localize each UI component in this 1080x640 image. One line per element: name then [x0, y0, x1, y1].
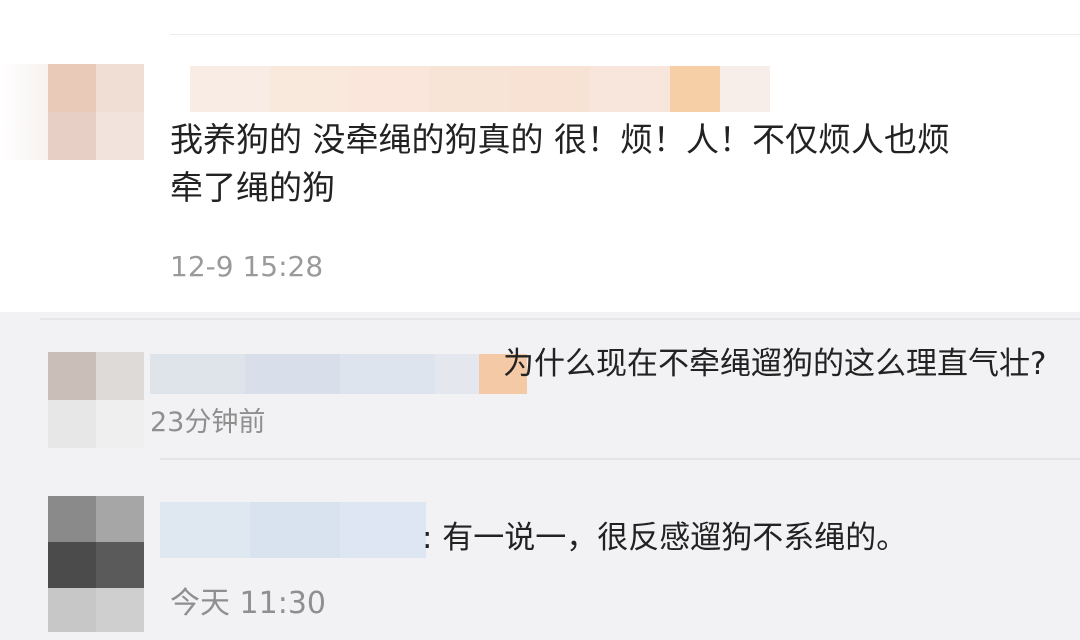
comment-timestamp: 12-9 15:28	[170, 250, 324, 283]
mosaic-block	[96, 352, 144, 400]
mosaic-block	[250, 502, 340, 558]
mosaic-block	[96, 112, 144, 160]
mosaic-block	[150, 354, 245, 394]
comment-thread: 我养狗的 没牵绳的狗真的 很！烦！人！不仅烦人也烦 牵了绳的狗 12-9 15:…	[0, 0, 1080, 640]
reply-timestamp: 今天 11:30	[170, 586, 326, 621]
reply-avatar-blurred[interactable]	[48, 352, 144, 448]
reply-avatar-blurred[interactable]	[48, 496, 144, 632]
reply-divider	[160, 458, 1080, 460]
mosaic-block	[96, 400, 144, 448]
reply-username-blurred[interactable]	[160, 502, 426, 558]
mosaic-block	[96, 64, 144, 112]
reply-timestamp: 23分钟前	[150, 407, 266, 438]
mosaic-block	[48, 112, 96, 160]
mosaic-block	[270, 66, 350, 112]
mosaic-block	[590, 66, 670, 112]
mosaic-block	[435, 354, 479, 394]
mosaic-block	[160, 502, 250, 558]
username-blurred[interactable]	[190, 66, 770, 112]
comment-line-1: 我养狗的 没牵绳的狗真的 很！烦！人！不仅烦人也烦	[170, 120, 950, 159]
mosaic-block	[48, 352, 96, 400]
mosaic-block	[48, 496, 96, 542]
reply-body: 为什么现在不牵绳遛狗的这么理直气壮?	[503, 346, 1047, 382]
avatar-edge	[0, 64, 48, 160]
mosaic-block	[510, 66, 590, 112]
comment-body: 我养狗的 没牵绳的狗真的 很！烦！人！不仅烦人也烦 牵了绳的狗	[170, 116, 1060, 212]
mosaic-block	[430, 66, 510, 112]
mosaic-block	[340, 354, 435, 394]
mosaic-block	[48, 400, 96, 448]
mosaic-block	[48, 64, 96, 112]
mosaic-block	[340, 502, 426, 558]
mosaic-block	[350, 66, 430, 112]
reply-username-blurred[interactable]	[150, 354, 527, 394]
avatar-blurred[interactable]	[48, 64, 144, 160]
mosaic-block	[48, 588, 96, 632]
mosaic-block	[96, 496, 144, 542]
comment-line-2: 牵了绳的狗	[170, 168, 335, 207]
mosaic-block	[96, 588, 144, 632]
mosaic-block	[190, 66, 270, 112]
mosaic-block	[670, 66, 720, 112]
mosaic-block	[48, 542, 96, 588]
top-divider	[170, 34, 1080, 35]
mosaic-block	[96, 542, 144, 588]
replies-panel-edge	[40, 318, 1080, 320]
reply-body: : 有一说一，很反感遛狗不系绳的。	[422, 520, 908, 556]
mosaic-block	[245, 354, 340, 394]
mosaic-block	[720, 66, 770, 112]
